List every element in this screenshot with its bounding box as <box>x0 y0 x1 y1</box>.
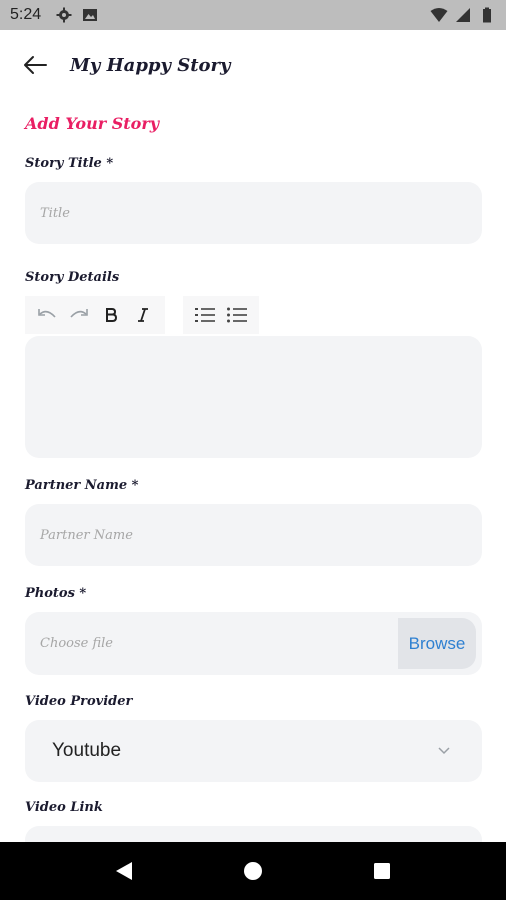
signal-icon <box>454 6 472 24</box>
video-link-input[interactable] <box>25 826 482 842</box>
section-title: Add Your Story <box>25 114 160 133</box>
italic-icon[interactable] <box>127 299 159 331</box>
system-navigation-bar <box>0 842 506 900</box>
story-title-placeholder: Title <box>40 205 70 221</box>
home-circle-icon[interactable] <box>233 851 273 891</box>
partner-name-placeholder: Partner Name <box>40 527 133 543</box>
partner-name-label: Partner Name * <box>25 478 139 493</box>
history-tool-group <box>25 296 165 334</box>
redo-icon[interactable] <box>63 299 95 331</box>
list-tool-group <box>183 296 259 334</box>
back-arrow-icon[interactable] <box>20 50 50 80</box>
status-time: 5:24 <box>10 6 42 23</box>
numbered-list-icon[interactable] <box>189 299 221 331</box>
bold-icon[interactable] <box>95 299 127 331</box>
video-provider-label: Video Provider <box>25 694 133 709</box>
rich-text-toolbar <box>25 296 259 334</box>
video-provider-select[interactable]: Youtube <box>25 720 482 782</box>
undo-icon[interactable] <box>31 299 63 331</box>
story-title-input[interactable]: Title <box>25 182 482 244</box>
video-provider-value: Youtube <box>52 740 122 761</box>
chevron-down-icon <box>436 743 452 759</box>
app-bar: My Happy Story <box>0 30 506 100</box>
status-bar: 5:24 <box>0 0 506 30</box>
page-title: My Happy Story <box>70 54 231 76</box>
recents-square-icon[interactable] <box>362 851 402 891</box>
status-system-icons <box>430 6 496 24</box>
browse-button[interactable]: Browse <box>398 618 476 669</box>
battery-icon <box>478 6 496 24</box>
wifi-icon <box>430 6 448 24</box>
photos-label: Photos * <box>25 586 87 601</box>
video-link-label: Video Link <box>25 800 103 815</box>
bullet-list-icon[interactable] <box>221 299 253 331</box>
partner-name-input[interactable]: Partner Name <box>25 504 482 566</box>
status-notifications <box>55 6 99 24</box>
back-triangle-icon[interactable] <box>104 851 144 891</box>
story-details-label: Story Details <box>25 270 120 285</box>
photos-file-input[interactable]: Choose file Browse <box>25 612 482 675</box>
story-title-label: Story Title * <box>25 156 114 171</box>
photos-placeholder: Choose file <box>40 636 113 651</box>
story-details-editor[interactable] <box>25 336 482 458</box>
gallery-notification-icon <box>81 6 99 24</box>
story-form: Add Your Story Story Title * Title Story… <box>0 100 506 842</box>
settings-gear-icon <box>55 6 73 24</box>
